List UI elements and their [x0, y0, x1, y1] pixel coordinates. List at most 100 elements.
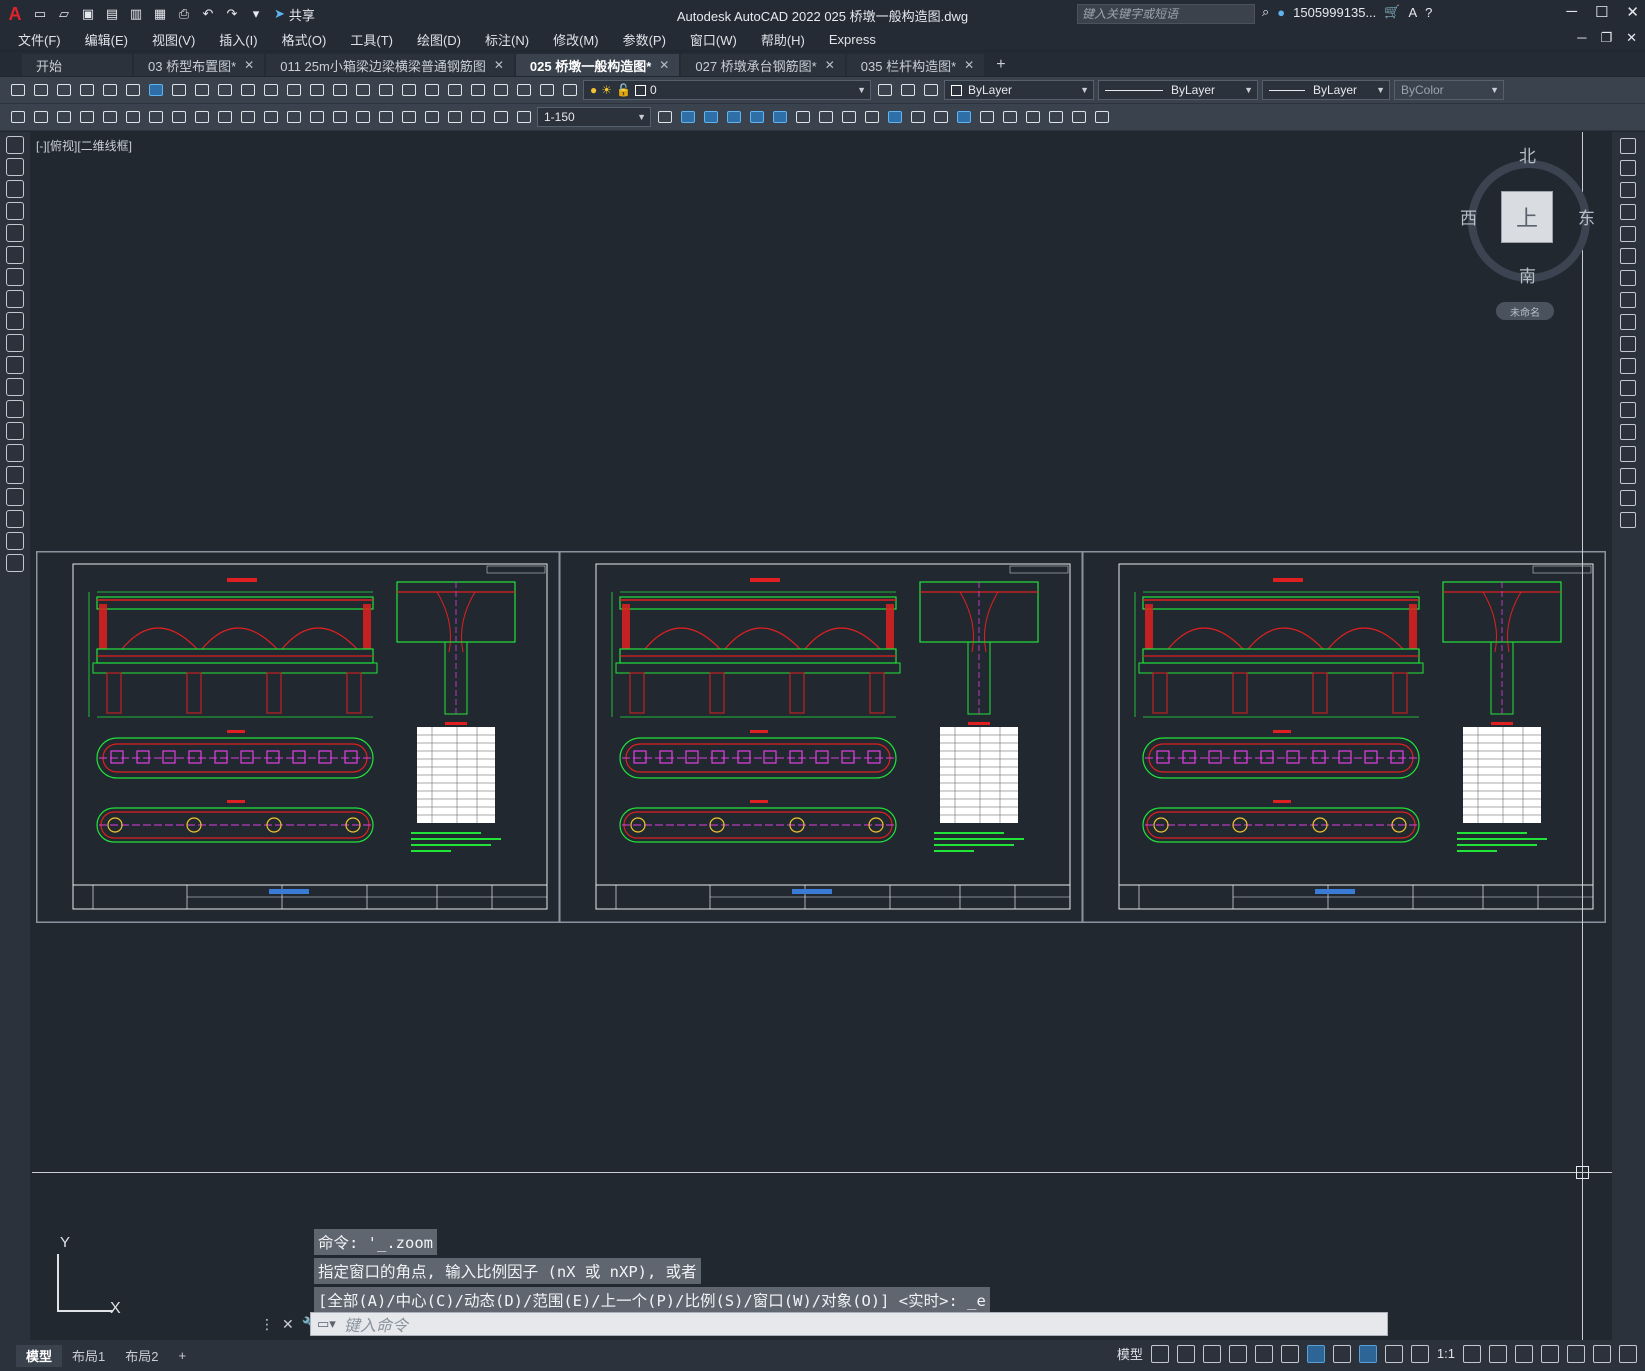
- dim-break-icon[interactable]: [353, 108, 372, 127]
- linetype-dropdown[interactable]: ByLayer ▼: [1098, 80, 1258, 100]
- modify-icon[interactable]: [724, 108, 743, 127]
- share-button[interactable]: ➤ 共享: [274, 5, 315, 24]
- layer-states-icon[interactable]: [921, 81, 940, 100]
- fullscreen-icon[interactable]: [1593, 1344, 1611, 1363]
- mirror-icon[interactable]: [1620, 182, 1636, 198]
- auto-scale-icon[interactable]: [1384, 1344, 1403, 1363]
- close-icon[interactable]: ✕: [1626, 3, 1639, 21]
- new-tab-icon[interactable]: +: [986, 54, 1015, 76]
- qat-dropdown-icon[interactable]: ▾: [246, 4, 266, 24]
- lineweight-dropdown[interactable]: ByLayer ▼: [1262, 80, 1390, 100]
- arc-dim-icon[interactable]: [123, 108, 142, 127]
- dim-update-icon[interactable]: [514, 108, 533, 127]
- user-icon[interactable]: ●: [1277, 5, 1285, 20]
- layout-tab-2[interactable]: 布局2: [115, 1345, 168, 1367]
- help-search-input[interactable]: 键入关键字或短语: [1077, 4, 1255, 24]
- menu-tools[interactable]: 工具(T): [350, 30, 393, 49]
- compass-east[interactable]: 东: [1578, 204, 1595, 229]
- dim-style-icon[interactable]: [655, 108, 674, 127]
- layer-properties-icon[interactable]: [560, 81, 579, 100]
- extend-icon[interactable]: [1620, 358, 1636, 374]
- polyline-icon[interactable]: [6, 180, 24, 198]
- angular-dim-icon[interactable]: [238, 108, 257, 127]
- model-space-button[interactable]: 模型: [1117, 1344, 1143, 1363]
- preview-icon[interactable]: [100, 81, 119, 100]
- menu-modify[interactable]: 修改(M): [553, 30, 599, 49]
- tab-file-active[interactable]: 025 桥墩一般构造图* ✕: [515, 54, 680, 76]
- undo-icon[interactable]: ↶: [198, 4, 218, 24]
- menu-window[interactable]: 窗口(W): [690, 30, 737, 49]
- line-icon[interactable]: [6, 136, 24, 154]
- snap-icon[interactable]: [1176, 1344, 1195, 1363]
- close-icon[interactable]: ✕: [244, 58, 254, 72]
- markup-icon[interactable]: [491, 81, 510, 100]
- menu-edit[interactable]: 编辑(E): [85, 30, 128, 49]
- annotation-scale-value[interactable]: 1:1: [1437, 1346, 1455, 1361]
- fillet-icon[interactable]: [1620, 468, 1636, 484]
- search-icon[interactable]: ⌕: [1262, 4, 1269, 20]
- plotstyle-dropdown[interactable]: ByColor ▼: [1394, 80, 1504, 100]
- cart-icon[interactable]: 🛒: [1384, 4, 1400, 20]
- menu-insert[interactable]: 插入(I): [219, 30, 257, 49]
- text-icon[interactable]: [6, 532, 24, 550]
- tolerance-icon[interactable]: [376, 108, 395, 127]
- redo-icon[interactable]: [284, 81, 303, 100]
- spline-icon[interactable]: [6, 312, 24, 330]
- close-icon[interactable]: ✕: [282, 1316, 294, 1333]
- properties-icon[interactable]: [399, 81, 418, 100]
- dim-space-icon[interactable]: [330, 108, 349, 127]
- saveas-icon[interactable]: ▤: [102, 4, 122, 24]
- paste-icon[interactable]: [215, 81, 234, 100]
- tab-file[interactable]: 011 25m小箱梁边梁横梁普通钢筋图 ✕: [266, 54, 514, 76]
- tab-file[interactable]: 03 桥型布置图* ✕: [134, 54, 265, 76]
- modify-icon[interactable]: [977, 108, 996, 127]
- grip-icon[interactable]: ⋮: [260, 1316, 274, 1333]
- zoom-previous-icon[interactable]: [376, 81, 395, 100]
- arc-icon[interactable]: [6, 246, 24, 264]
- maximize-icon[interactable]: ☐: [1595, 3, 1608, 21]
- lineweight-icon[interactable]: [1332, 1344, 1351, 1363]
- rotate-icon[interactable]: [1620, 270, 1636, 286]
- offset-icon[interactable]: [1620, 204, 1636, 220]
- redo-icon[interactable]: ↷: [222, 4, 242, 24]
- modify-icon[interactable]: [1069, 108, 1088, 127]
- viewcube-face-top[interactable]: 上: [1501, 191, 1553, 243]
- modify-icon[interactable]: [931, 108, 950, 127]
- modify-icon[interactable]: [1046, 108, 1065, 127]
- break-icon[interactable]: [1620, 402, 1636, 418]
- help-icon[interactable]: ?: [1425, 5, 1432, 20]
- modify-icon[interactable]: [839, 108, 858, 127]
- doc-close-icon[interactable]: ✕: [1626, 30, 1637, 46]
- menu-view[interactable]: 视图(V): [152, 30, 195, 49]
- circle-icon[interactable]: [6, 268, 24, 286]
- xline-icon[interactable]: [6, 158, 24, 176]
- modify-icon[interactable]: [885, 108, 904, 127]
- insert-block-icon[interactable]: [6, 378, 24, 396]
- matchprop-icon[interactable]: [238, 81, 257, 100]
- jogged-linear-icon[interactable]: [445, 108, 464, 127]
- linear-dim-icon[interactable]: [77, 108, 96, 127]
- zoom-realtime-icon[interactable]: [330, 81, 349, 100]
- command-input[interactable]: ▭▾ 键入命令: [310, 1312, 1388, 1336]
- compass-west[interactable]: 西: [1460, 204, 1477, 229]
- modify-icon[interactable]: [954, 108, 973, 127]
- modify-icon[interactable]: [793, 108, 812, 127]
- color-dropdown[interactable]: ByLayer ▼: [944, 80, 1094, 100]
- center-mark-icon[interactable]: [399, 108, 418, 127]
- publish-icon[interactable]: ▥: [126, 4, 146, 24]
- region-icon[interactable]: [6, 488, 24, 506]
- menu-parametric[interactable]: 参数(P): [623, 30, 666, 49]
- zoom-window-icon[interactable]: [353, 81, 372, 100]
- cut-icon[interactable]: [169, 81, 188, 100]
- menu-draw[interactable]: 绘图(D): [417, 30, 461, 49]
- isodraft-icon[interactable]: [1254, 1344, 1273, 1363]
- close-icon[interactable]: ✕: [964, 58, 974, 72]
- stretch-icon[interactable]: [1620, 314, 1636, 330]
- plus-icon[interactable]: [1489, 1344, 1507, 1363]
- modify-icon[interactable]: [747, 108, 766, 127]
- modify-icon[interactable]: [678, 108, 697, 127]
- help-icon[interactable]: [537, 81, 556, 100]
- explode-icon[interactable]: [1620, 512, 1636, 528]
- save-icon[interactable]: [54, 81, 73, 100]
- tool-icon[interactable]: [31, 108, 50, 127]
